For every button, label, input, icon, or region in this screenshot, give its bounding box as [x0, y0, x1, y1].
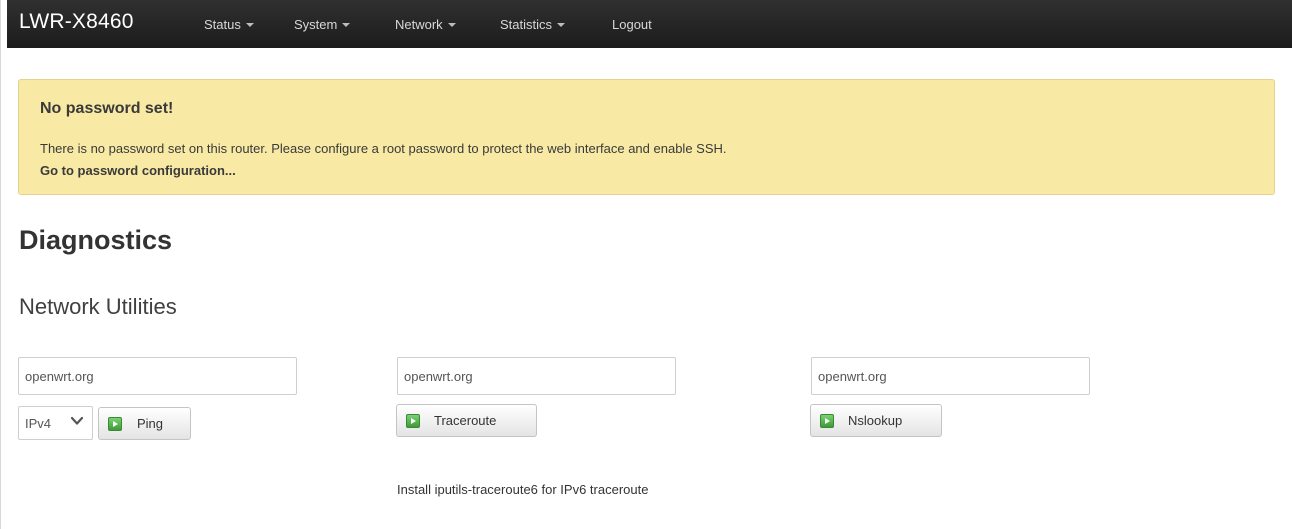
no-password-alert: No password set! There is no password se… [18, 79, 1275, 195]
top-navbar: LWR-X8460 Status System Network Statisti… [7, 0, 1292, 48]
ping-button[interactable]: Ping [98, 407, 191, 440]
play-icon [820, 414, 834, 428]
nav-item-label: Logout [612, 17, 652, 32]
page-title: Diagnostics [19, 225, 173, 255]
caret-down-icon [447, 23, 456, 27]
protocol-select[interactable]: IPv4 [18, 406, 93, 440]
ping-host-input[interactable] [18, 357, 297, 395]
traceroute-host-input[interactable] [397, 357, 676, 395]
caret-down-icon [245, 23, 254, 27]
nav-item-logout[interactable]: Logout [612, 17, 652, 32]
nslookup-button[interactable]: Nslookup [810, 404, 942, 437]
password-config-link[interactable]: Go to password configuration... [40, 163, 236, 178]
play-icon [406, 414, 420, 428]
caret-down-icon [557, 23, 566, 27]
nav-item-status[interactable]: Status [204, 17, 254, 32]
play-icon [108, 417, 122, 431]
traceroute-button[interactable]: Traceroute [396, 404, 537, 437]
ping-button-label: Ping [137, 416, 164, 431]
nav-item-network[interactable]: Network [395, 17, 456, 32]
nav-item-label: System [294, 17, 338, 32]
alert-title: No password set! [40, 100, 174, 117]
page: LWR-X8460 Status System Network Statisti… [0, 0, 1292, 529]
protocol-select-value: IPv4 [25, 416, 52, 431]
traceroute-ipv6-note: Install iputils-traceroute6 for IPv6 tra… [397, 482, 649, 497]
nslookup-button-label: Nslookup [848, 413, 903, 428]
nav-item-label: Status [204, 17, 241, 32]
nav-item-label: Network [395, 17, 443, 32]
nav-item-system[interactable]: System [294, 17, 351, 32]
nav-item-statistics[interactable]: Statistics [500, 17, 566, 32]
brand-title[interactable]: LWR-X8460 [19, 10, 134, 34]
nslookup-host-input[interactable] [811, 357, 1090, 395]
nav-item-label: Statistics [500, 17, 553, 32]
traceroute-button-label: Traceroute [434, 413, 497, 428]
caret-down-icon [342, 23, 351, 27]
chevron-down-icon [70, 416, 84, 425]
section-title: Network Utilities [19, 294, 177, 319]
alert-message: There is no password set on this router.… [40, 141, 727, 156]
